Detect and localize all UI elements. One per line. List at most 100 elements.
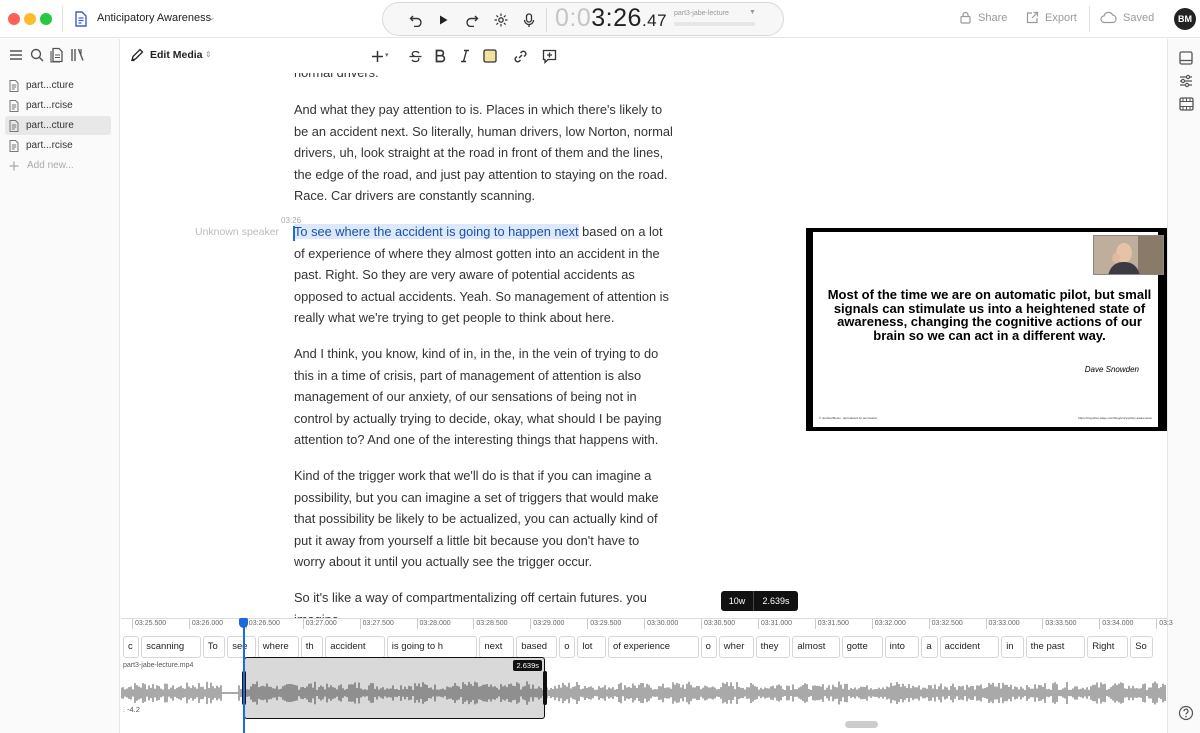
word-chip[interactable]: scanning <box>141 636 201 658</box>
word-chip[interactable]: see <box>227 636 256 658</box>
selected-text-highlight[interactable]: To see where the accident is going to ha… <box>294 224 579 239</box>
panel-icon <box>1179 51 1193 65</box>
selection-handle-right[interactable] <box>543 671 547 705</box>
chevron-down-icon[interactable]: ⌄ <box>208 12 216 23</box>
word-chip[interactable]: in <box>1001 636 1024 658</box>
word-chip[interactable]: lot <box>577 636 606 658</box>
media-library-button[interactable] <box>1178 96 1194 112</box>
timeline-zoom-indicator[interactable]: 10w 2.639s <box>721 591 798 611</box>
word-chip[interactable]: a <box>921 636 938 658</box>
maximize-window-button[interactable] <box>40 13 52 25</box>
ruler-tick-label: 03:29.500 <box>587 619 621 629</box>
word-chip[interactable]: based <box>516 636 558 658</box>
close-window-button[interactable] <box>8 13 20 25</box>
redo-button[interactable] <box>463 11 481 29</box>
word-chip[interactable]: accident <box>325 636 385 658</box>
menu-icon[interactable] <box>8 47 24 63</box>
play-button[interactable] <box>434 11 452 29</box>
ruler-tick-label: 03:28.500 <box>473 619 508 629</box>
edit-media-button[interactable]: Edit Media <box>130 48 203 62</box>
transcript-paragraph[interactable]: And what they pay attention to is. Place… <box>294 99 674 207</box>
word-chip[interactable]: accident <box>939 636 1000 658</box>
time-fraction: .47 <box>641 11 668 30</box>
bold-icon <box>435 49 446 63</box>
timeline[interactable]: 03:25.500 03:26.000 03:26.500 03:27.000 03:2… <box>121 618 1173 733</box>
horizontal-scrollbar[interactable] <box>845 721 878 728</box>
chevron-updown-icon[interactable]: ⇕ <box>205 50 212 59</box>
bold-button[interactable] <box>431 47 449 65</box>
playhead-handle[interactable] <box>239 618 248 628</box>
add-new-button[interactable]: Add new... <box>9 160 74 171</box>
ruler-tick-label: 03:32.500 <box>928 619 963 629</box>
transcript-paragraph[interactable]: And I think, you know, kind of in, in th… <box>294 343 674 451</box>
plus-icon <box>371 50 383 62</box>
properties-button[interactable] <box>1178 73 1194 89</box>
italic-icon <box>461 49 469 63</box>
library-icon[interactable] <box>70 47 86 63</box>
highlight-button[interactable] <box>481 47 499 65</box>
documents-icon[interactable] <box>49 47 65 63</box>
time-ruler[interactable]: 03:25.500 03:26.000 03:26.500 03:27.000 03:2… <box>121 619 1173 629</box>
media-level-bar <box>674 22 755 26</box>
transcript-paragraph[interactable]: Kind of the trigger work that we'll do i… <box>294 465 674 573</box>
ruler-tick-label: 03:32.000 <box>871 619 906 629</box>
export-button[interactable]: Export <box>1026 11 1077 24</box>
sidebar-file-item[interactable]: part...cture <box>5 76 111 95</box>
minimize-window-button[interactable] <box>24 13 36 25</box>
sidebar-file-item[interactable]: part...rcise <box>5 96 111 115</box>
ruler-tick-label: 03:25.500 <box>132 619 166 629</box>
media-selector-name[interactable]: part3-jabe-lecture <box>674 10 729 17</box>
search-icon[interactable] <box>29 47 45 63</box>
insert-button[interactable] <box>368 47 386 65</box>
speaker-label[interactable]: Unknown speaker <box>195 226 279 238</box>
gain-value: -4.2 <box>126 705 140 714</box>
word-chip[interactable]: Right <box>1087 636 1129 658</box>
ruler-tick-label: 03:33.000 <box>985 619 1020 629</box>
ruler-tick-label: 03:27.500 <box>359 619 394 629</box>
word-chip[interactable]: they <box>755 636 791 658</box>
link-button[interactable] <box>511 47 529 65</box>
playhead[interactable] <box>243 619 245 733</box>
document-title[interactable]: Anticipatory Awareness <box>97 12 211 24</box>
word-track[interactable]: c scanning To see where th accident is going to… <box>121 636 1167 658</box>
word-chip[interactable]: of experience <box>608 636 699 658</box>
word-chip[interactable]: next <box>479 636 515 658</box>
share-button[interactable]: Share <box>959 11 1007 24</box>
word-chip[interactable]: c <box>123 636 140 658</box>
word-chip[interactable]: is going to h <box>386 636 478 658</box>
transcript-paragraph-current[interactable]: To see where the accident is going to ha… <box>294 221 674 329</box>
selection-range[interactable]: 2.639s <box>242 657 547 719</box>
word-chip[interactable]: almost <box>792 636 840 658</box>
video-preview[interactable]: Most of the time we are on automatic pil… <box>806 228 1167 431</box>
sparkle-effects-button[interactable] <box>492 11 510 29</box>
record-mic-button[interactable] <box>520 11 538 29</box>
word-chip[interactable]: the past <box>1025 636 1086 658</box>
word-chip[interactable]: o <box>700 636 717 658</box>
word-chip[interactable]: where <box>257 636 299 658</box>
panel-toggle-button[interactable] <box>1178 50 1194 66</box>
sidebar-file-item-active[interactable]: part...cture <box>5 116 111 135</box>
word-chip[interactable]: wher <box>718 636 754 658</box>
microphone-icon <box>523 12 535 27</box>
sidebar-file-item[interactable]: part...rcise <box>5 136 111 155</box>
play-icon <box>440 15 448 25</box>
chevron-down-icon[interactable]: ▼ <box>749 9 756 16</box>
word-chip[interactable]: So <box>1130 636 1153 658</box>
word-chip[interactable]: o <box>559 636 576 658</box>
help-icon[interactable] <box>1178 705 1194 721</box>
word-chip[interactable]: th <box>300 636 324 658</box>
word-chip[interactable]: gotte <box>841 636 883 658</box>
strikethrough-button[interactable] <box>406 47 424 65</box>
word-chip[interactable]: into <box>884 636 920 658</box>
undo-icon <box>409 15 422 27</box>
undo-button[interactable] <box>407 11 425 29</box>
transcript-paragraph[interactable]: So it's like a way of compartmentalizing… <box>294 587 674 618</box>
chevron-down-icon[interactable]: ▾ <box>385 51 389 59</box>
italic-button[interactable] <box>456 47 474 65</box>
saved-label: Saved <box>1123 11 1155 24</box>
ruler-tick-label: 03:26.500 <box>245 619 280 629</box>
user-avatar[interactable]: BM <box>1174 8 1196 30</box>
gain-level[interactable]: ⫶ -4.2 <box>123 705 140 715</box>
word-chip[interactable]: To <box>202 636 226 658</box>
comment-button[interactable] <box>540 47 558 65</box>
